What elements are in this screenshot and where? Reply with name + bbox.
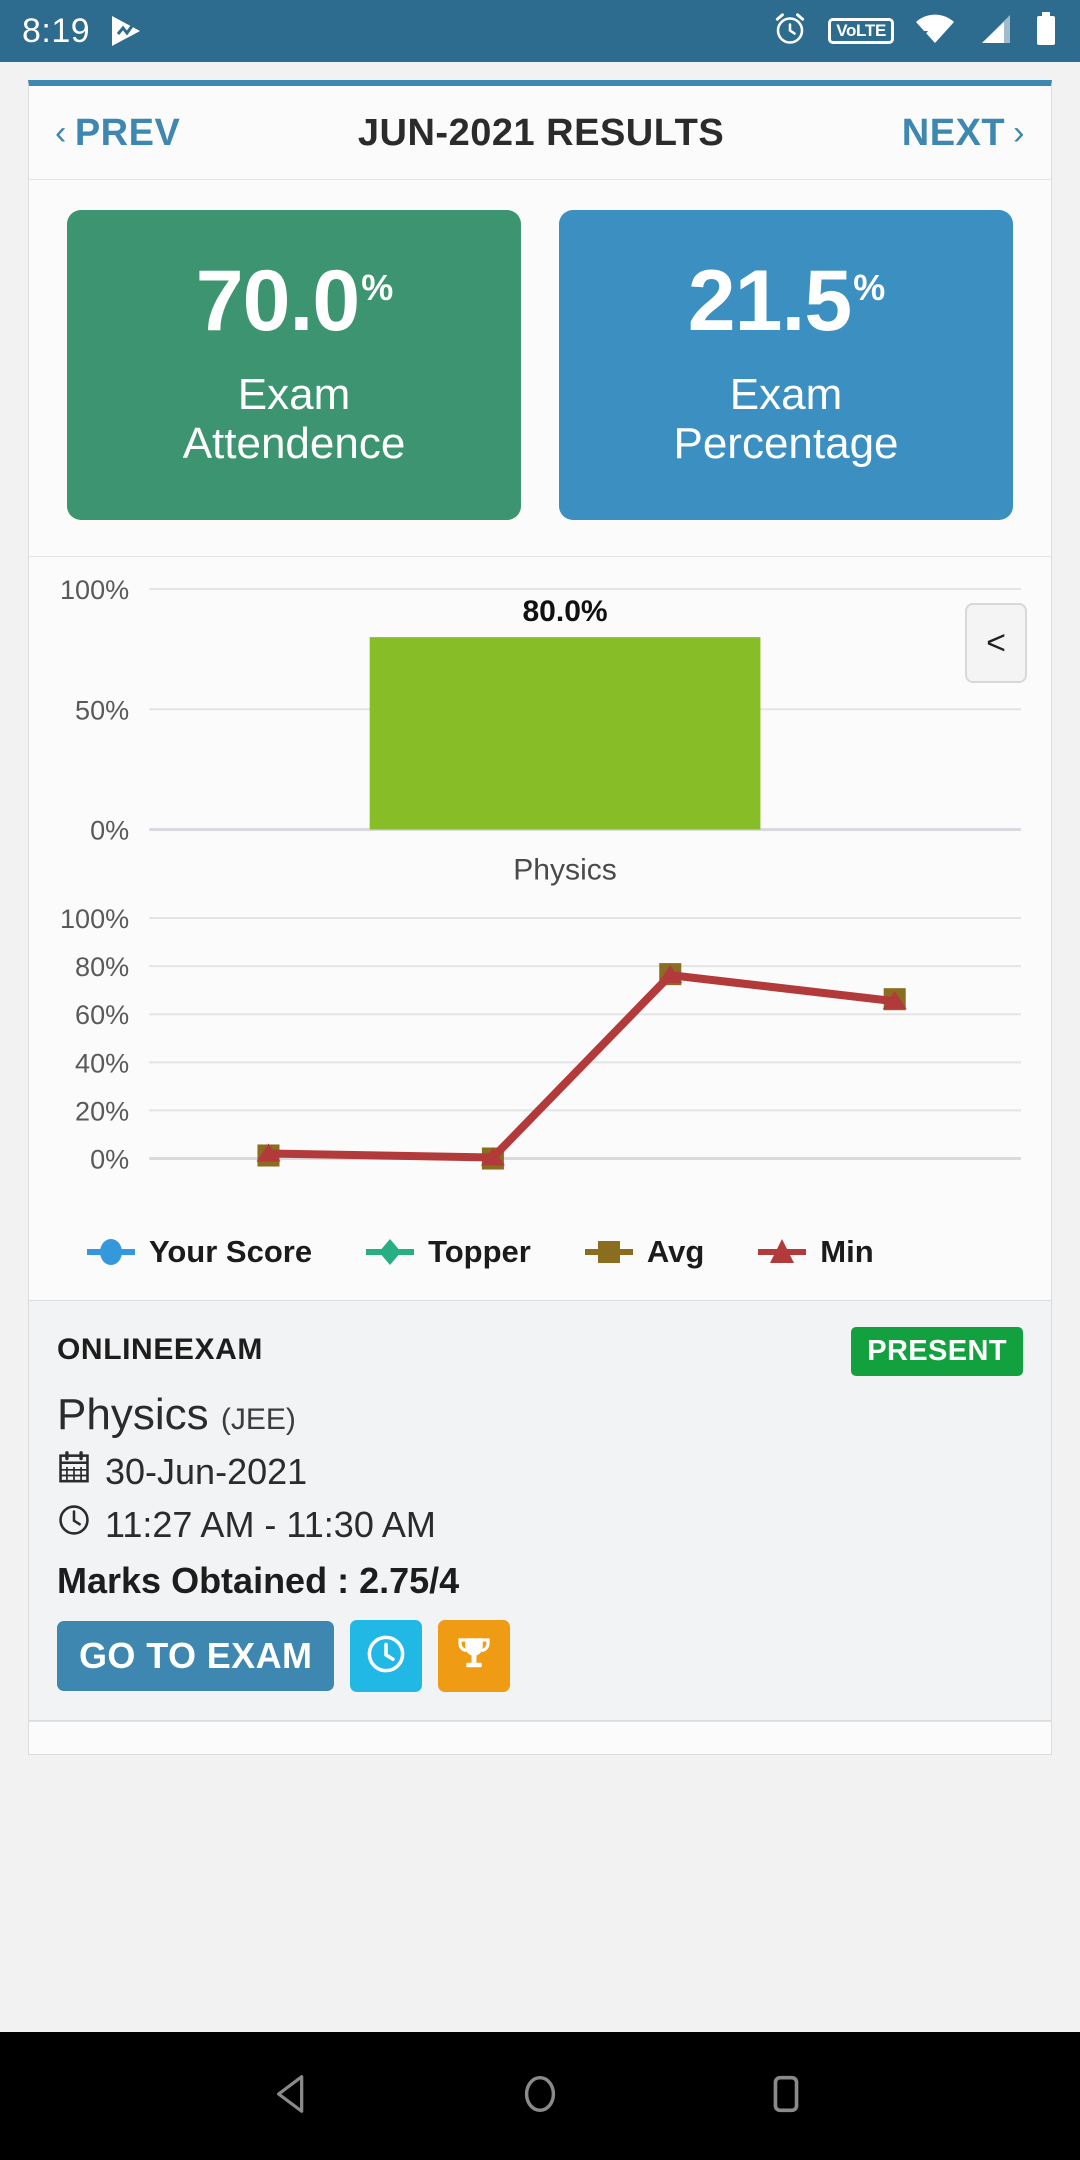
prev-label: PREV [74,112,181,154]
bar-chart-canvas: 100% 50% 0% 80.0% Physics [60,575,1021,887]
status-bar: 8:19 VoLTE [0,0,1080,62]
legend-label-topper: Topper [428,1234,531,1270]
next-label: NEXT [901,112,1006,154]
calendar-icon [57,1450,91,1493]
bar-physics [369,637,761,830]
svg-text:80%: 80% [75,952,129,982]
stat-tiles: 70.0% Exam Attendence 21.5% Exam Percent… [29,180,1051,556]
your-score-marker-icon [87,1239,135,1266]
leaderboard-button[interactable] [438,1620,511,1693]
svg-text:100%: 100% [60,575,129,605]
charts-section: 100% 50% 0% 80.0% Physics < 100% 80% 60%… [29,556,1051,1301]
avg-marker-icon [584,1241,633,1264]
svg-text:50%: 50% [75,695,129,725]
percentage-label-line1: Exam [729,369,843,419]
svg-text:20%: 20% [75,1096,129,1126]
exam-type-label: ONLINEEXAM [57,1333,264,1367]
legend-label-min: Min [820,1234,874,1270]
percentage-unit: % [853,267,885,309]
prev-button[interactable]: ‹ PREV [55,112,180,155]
exam-marks: Marks Obtained : 2.75/4 [57,1560,460,1602]
bar-chart-ytick-labels: 100% 50% 0% [60,575,129,845]
android-navbar [0,2032,1080,2160]
alarm-icon [772,11,808,52]
exam-subject-group: (JEE) [220,1403,296,1437]
svg-text:60%: 60% [75,1000,129,1030]
exam-time-row: 11:27 AM - 11:30 AM [57,1503,1023,1546]
svg-text:0%: 0% [90,816,129,846]
svg-text:0%: 0% [90,1144,129,1174]
clock-icon [57,1503,91,1546]
percentage-label-line2: Percentage [673,419,899,468]
recents-square-icon[interactable] [763,2071,809,2122]
status-bar-clock: 8:19 [22,11,91,50]
results-header: ‹ PREV JUN-2021 RESULTS NEXT › [29,86,1051,179]
topper-marker-icon [366,1239,415,1266]
page-title: JUN-2021 RESULTS [357,112,725,154]
battery-icon [1034,11,1058,52]
trophy-icon [453,1633,495,1680]
volte-icon: VoLTE [828,18,894,44]
stat-tile-percentage[interactable]: 21.5% Exam Percentage [559,210,1013,520]
bar-category-label: Physics [513,854,617,887]
back-triangle-icon[interactable] [271,2071,317,2122]
min-marker-icon [758,1239,807,1264]
signal-icon [976,13,1014,50]
exam-history-button[interactable] [350,1620,423,1693]
chart-legend: Your Score Topper Avg Min [29,1228,1051,1296]
legend-item-topper[interactable]: Topper [364,1234,531,1270]
line-series-min-path [268,970,896,1162]
attendance-value: 70.0 [195,252,360,349]
exam-date: 30-Jun-2021 [105,1450,308,1492]
status-bar-icons: VoLTE [772,11,1058,52]
status-badge: PRESENT [851,1327,1023,1377]
play-notification-icon [108,14,144,48]
exam-actions: GO TO EXAM [57,1620,1023,1693]
legend-label-avg: Avg [646,1234,705,1270]
card-bottom-spacer [28,1721,1052,1756]
exam-top-row: ONLINEEXAM PRESENT [57,1327,1023,1377]
svg-text:40%: 40% [75,1048,129,1078]
exam-result-item[interactable]: ONLINEEXAM PRESENT Physics (JEE) 30-Jun-… [28,1301,1052,1722]
svg-text:100%: 100% [60,904,129,934]
legend-item-your-score[interactable]: Your Score [85,1234,312,1270]
attendance-label: Exam Attendence [77,370,511,469]
home-circle-icon[interactable] [517,2071,563,2122]
line-chart-ytick-labels: 100% 80% 60% 40% 20% 0% [60,904,129,1174]
line-chart-canvas: 100% 80% 60% 40% 20% 0% [60,904,1021,1174]
attendance-unit: % [361,267,393,309]
percentage-value: 21.5 [687,252,852,349]
legend-label-your-score: Your Score [149,1234,313,1270]
attendance-value-wrap: 70.0% [77,258,511,344]
results-card: ‹ PREV JUN-2021 RESULTS NEXT › 70.0% Exa… [28,80,1052,1302]
next-button[interactable]: NEXT › [902,112,1025,155]
app-screen: ‹ PREV JUN-2021 RESULTS NEXT › 70.0% Exa… [0,62,1080,2032]
line-chart-gridlines [149,916,1021,1160]
stat-tile-attendance[interactable]: 70.0% Exam Attendence [67,210,521,520]
go-to-exam-button[interactable]: GO TO EXAM [57,1621,335,1692]
exam-date-row: 30-Jun-2021 [57,1450,1023,1493]
percentage-label: Exam Percentage [569,370,1003,469]
exam-time-range: 11:27 AM - 11:30 AM [105,1503,436,1545]
chart-prev-button[interactable]: < [965,603,1027,683]
attendance-label-line2: Attendence [182,419,406,468]
attendance-label-line1: Exam [237,369,351,419]
exam-subject: Physics [57,1390,209,1440]
legend-item-min[interactable]: Min [756,1234,874,1270]
legend-item-avg[interactable]: Avg [583,1234,704,1270]
bar-data-label: 80.0% [522,595,607,628]
chevron-right-icon: › [1013,114,1025,152]
wifi-icon [914,13,956,50]
line-chart: 100% 80% 60% 40% 20% 0% [29,898,1051,1229]
percentage-value-wrap: 21.5% [569,258,1003,344]
chevron-left-icon: ‹ [55,114,67,152]
exam-subject-row: Physics (JEE) [57,1390,1023,1440]
clock-icon [365,1633,407,1680]
bar-chart: 100% 50% 0% 80.0% Physics < [29,567,1051,898]
